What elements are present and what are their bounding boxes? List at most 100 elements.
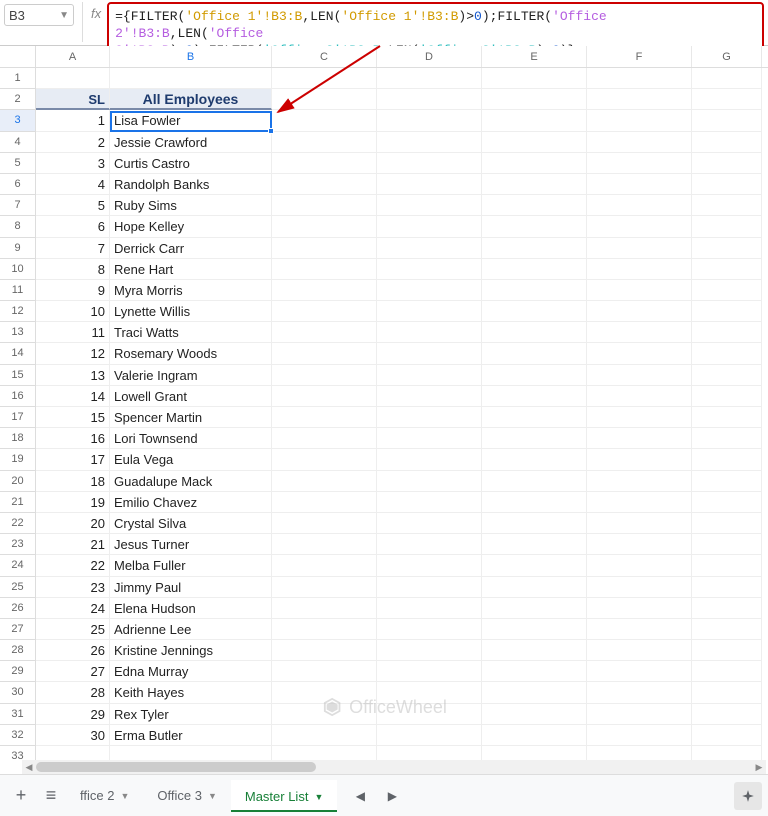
cell[interactable] <box>587 492 692 513</box>
chevron-down-icon[interactable]: ▼ <box>314 792 323 802</box>
explore-button[interactable] <box>734 782 762 810</box>
chevron-down-icon[interactable]: ▼ <box>120 791 129 801</box>
cell-B[interactable]: Erma Butler <box>110 725 272 746</box>
cell[interactable] <box>482 492 587 513</box>
cell[interactable] <box>377 513 482 534</box>
cell[interactable] <box>272 449 377 470</box>
cell[interactable] <box>482 471 587 492</box>
cell[interactable] <box>587 280 692 301</box>
cell[interactable] <box>272 428 377 449</box>
cell[interactable] <box>482 301 587 322</box>
cell[interactable] <box>587 238 692 259</box>
cell[interactable] <box>377 216 482 237</box>
cell-A[interactable]: 16 <box>36 428 110 449</box>
cell-A[interactable]: 25 <box>36 619 110 640</box>
cell[interactable] <box>272 386 377 407</box>
row-head[interactable]: 1 <box>0 68 36 89</box>
chevron-down-icon[interactable]: ▼ <box>208 791 217 801</box>
row-head[interactable]: 15 <box>0 365 36 386</box>
cell[interactable] <box>692 153 762 174</box>
cell[interactable] <box>482 619 587 640</box>
spreadsheet-grid[interactable]: A B C D E F G 12SLAll Employees31Lisa Fo… <box>0 46 768 766</box>
cell[interactable] <box>272 598 377 619</box>
cell[interactable] <box>587 577 692 598</box>
cell[interactable] <box>482 640 587 661</box>
cell-A[interactable]: 23 <box>36 577 110 598</box>
cell[interactable] <box>692 682 762 703</box>
cell[interactable] <box>272 68 377 89</box>
cell[interactable] <box>482 343 587 364</box>
cell[interactable] <box>482 110 587 131</box>
cell[interactable] <box>272 259 377 280</box>
row-head[interactable]: 12 <box>0 301 36 322</box>
cell-A[interactable]: 18 <box>36 471 110 492</box>
col-head-A[interactable]: A <box>36 46 110 67</box>
cell[interactable] <box>482 555 587 576</box>
col-head-B[interactable]: B <box>110 46 272 67</box>
cell[interactable] <box>377 89 482 110</box>
cell-B[interactable]: Traci Watts <box>110 322 272 343</box>
cell[interactable] <box>482 577 587 598</box>
cell[interactable] <box>587 365 692 386</box>
row-head[interactable]: 8 <box>0 216 36 237</box>
tab-office-3[interactable]: Office 3 ▼ <box>143 780 230 812</box>
cell-B[interactable]: Lori Townsend <box>110 428 272 449</box>
cell-B[interactable]: Lynette Willis <box>110 301 272 322</box>
cell[interactable] <box>377 343 482 364</box>
row-head[interactable]: 22 <box>0 513 36 534</box>
cell[interactable] <box>377 725 482 746</box>
cell-B[interactable]: Randolph Banks <box>110 174 272 195</box>
cell[interactable] <box>482 280 587 301</box>
cell-A[interactable]: 30 <box>36 725 110 746</box>
row-head[interactable]: 19 <box>0 449 36 470</box>
cell[interactable] <box>692 259 762 280</box>
col-head-C[interactable]: C <box>272 46 377 67</box>
cell-B[interactable]: Kristine Jennings <box>110 640 272 661</box>
cell-A[interactable]: 24 <box>36 598 110 619</box>
cell[interactable] <box>587 343 692 364</box>
cell-A[interactable]: 13 <box>36 365 110 386</box>
cell[interactable] <box>587 598 692 619</box>
cell[interactable] <box>272 640 377 661</box>
cell-B[interactable]: Ruby Sims <box>110 195 272 216</box>
cell[interactable] <box>482 428 587 449</box>
cell[interactable] <box>272 216 377 237</box>
cell[interactable] <box>272 682 377 703</box>
cell[interactable] <box>482 89 587 110</box>
cell-B[interactable]: Jessie Crawford <box>110 132 272 153</box>
cell[interactable] <box>692 195 762 216</box>
row-head[interactable]: 31 <box>0 704 36 725</box>
cell-A[interactable]: 14 <box>36 386 110 407</box>
cell[interactable] <box>377 301 482 322</box>
cell[interactable] <box>482 153 587 174</box>
cell-B[interactable] <box>110 68 272 89</box>
cell[interactable] <box>692 428 762 449</box>
row-head[interactable]: 17 <box>0 407 36 428</box>
cell[interactable] <box>482 132 587 153</box>
row-head[interactable]: 4 <box>0 132 36 153</box>
col-head-G[interactable]: G <box>692 46 762 67</box>
cell[interactable] <box>692 322 762 343</box>
cell[interactable] <box>692 365 762 386</box>
row-head[interactable]: 11 <box>0 280 36 301</box>
cell[interactable] <box>587 132 692 153</box>
row-head[interactable]: 5 <box>0 153 36 174</box>
cell-B[interactable]: Eula Vega <box>110 449 272 470</box>
cell-B[interactable]: Rosemary Woods <box>110 343 272 364</box>
cell[interactable] <box>377 195 482 216</box>
cell[interactable] <box>377 492 482 513</box>
cell[interactable] <box>587 534 692 555</box>
cell-B[interactable]: Spencer Martin <box>110 407 272 428</box>
cell[interactable] <box>587 407 692 428</box>
cell-B[interactable]: Elena Hudson <box>110 598 272 619</box>
cell-A[interactable]: 4 <box>36 174 110 195</box>
cell[interactable] <box>482 195 587 216</box>
col-head-F[interactable]: F <box>587 46 692 67</box>
cell[interactable] <box>272 301 377 322</box>
tabs-scroll-right-button[interactable]: ▶ <box>377 781 407 811</box>
cell-B[interactable]: Keith Hayes <box>110 682 272 703</box>
cell-B[interactable]: Myra Morris <box>110 280 272 301</box>
row-head[interactable]: 16 <box>0 386 36 407</box>
cell[interactable] <box>377 407 482 428</box>
name-box[interactable]: B3 ▼ <box>4 4 74 26</box>
